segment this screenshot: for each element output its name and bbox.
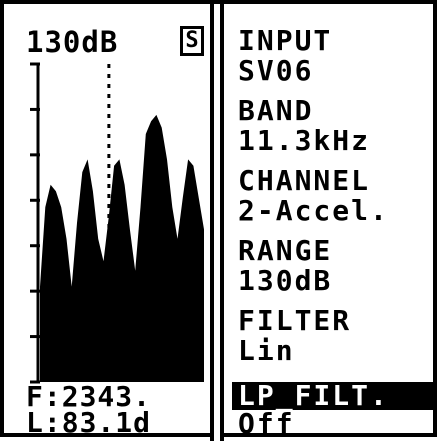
analyzer-screen: 130dB S F:2343. L:83.1d INPUT SV06 BAND … <box>0 0 437 441</box>
param-lp-filter-label[interactable]: LP_FILT. <box>232 382 437 410</box>
param-channel[interactable]: CHANNEL 2-Accel. <box>238 166 389 226</box>
param-filter[interactable]: FILTER Lin <box>238 306 351 366</box>
param-label: CHANNEL <box>238 164 371 197</box>
param-label: BAND <box>238 94 314 127</box>
param-band[interactable]: BAND 11.3kHz <box>238 96 370 156</box>
param-value: Lin <box>238 334 295 367</box>
level-readout: L:83.1d <box>26 406 152 439</box>
pane-divider-inner <box>220 4 224 441</box>
param-label: RANGE <box>238 234 333 267</box>
mode-badge[interactable]: S <box>180 26 204 56</box>
param-label: FILTER <box>238 304 352 337</box>
param-value: 130dB <box>238 264 333 297</box>
param-range[interactable]: RANGE 130dB <box>238 236 332 296</box>
param-value: 11.3kHz <box>238 124 371 157</box>
param-label: INPUT <box>238 24 333 57</box>
param-value: 2-Accel. <box>238 194 389 227</box>
param-value: SV06 <box>238 54 314 87</box>
param-input[interactable]: INPUT SV06 <box>238 26 332 86</box>
spectrum-plot <box>30 62 204 384</box>
spectrum-area <box>40 114 204 383</box>
range-readout: 130dB <box>26 25 119 59</box>
param-lp-filter-value: Off <box>238 407 295 440</box>
